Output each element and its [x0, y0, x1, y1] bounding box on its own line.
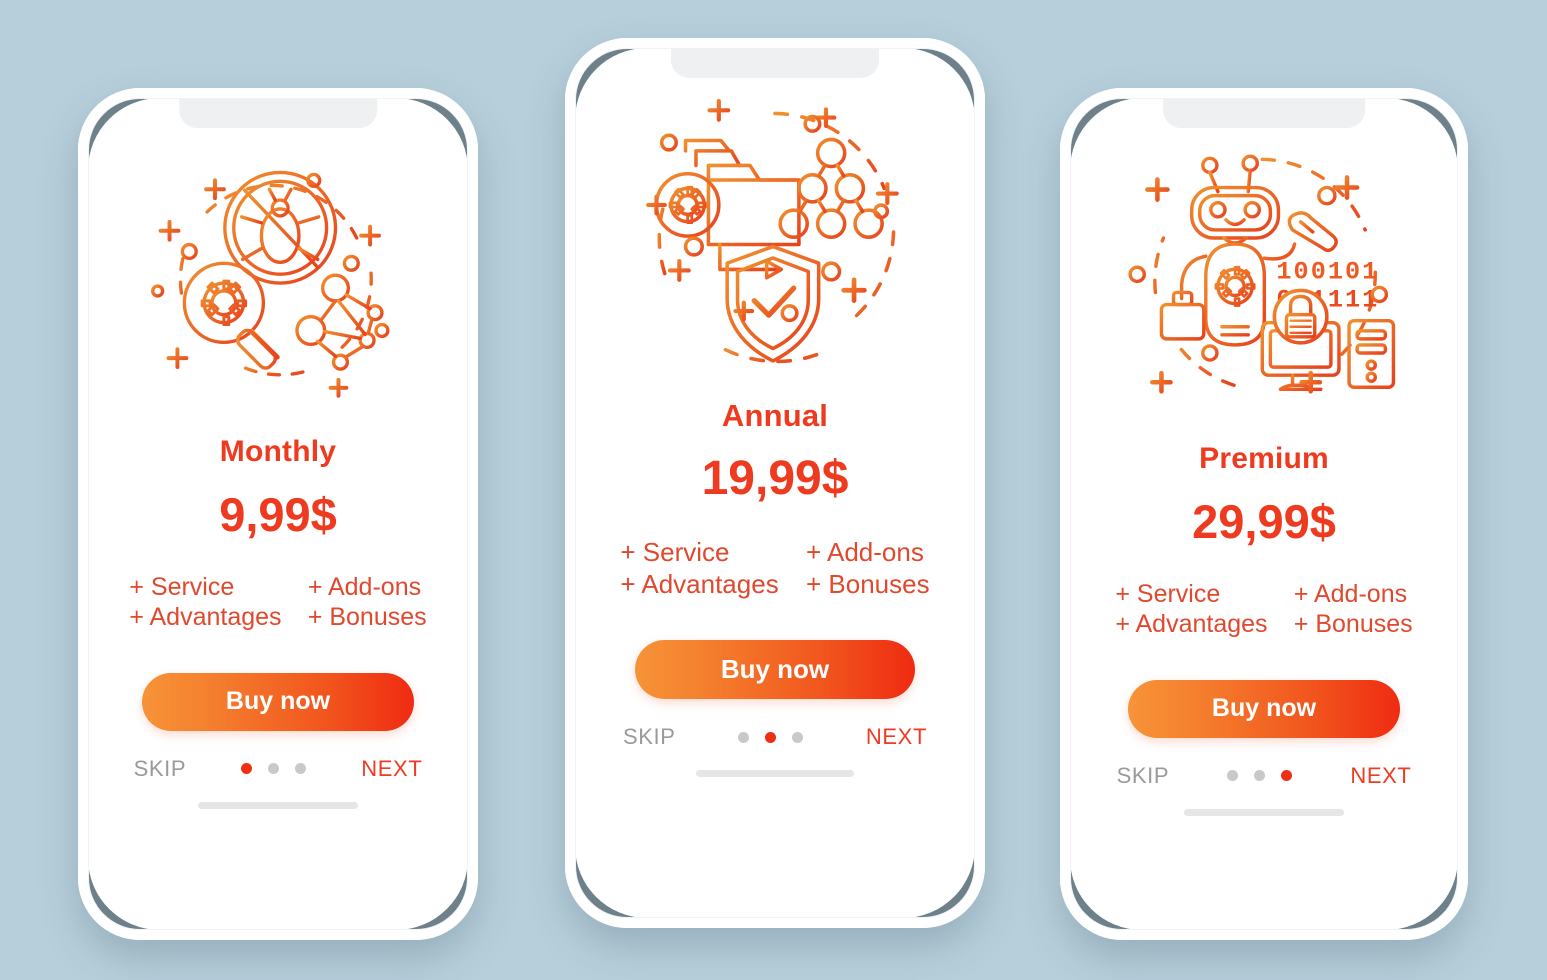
pagination-dot[interactable]	[295, 763, 307, 775]
pagination-dot[interactable]	[268, 763, 280, 775]
skip-button[interactable]: SKIP	[134, 756, 187, 782]
feature-list: + Service + Add-ons + Advantages + Bonus…	[129, 572, 426, 633]
feature-item: + Bonuses	[307, 603, 427, 632]
phone-screen-premium: 100101 001111 Premium 29,99$ + Service +…	[1070, 98, 1458, 930]
onboarding-screens-stage: Monthly 9,99$ + Service + Add-ons + Adva…	[0, 0, 1547, 980]
buy-now-button[interactable]: Buy now	[1128, 679, 1400, 738]
home-indicator	[198, 801, 358, 809]
page-title: Annual	[721, 398, 829, 433]
svg-text:100101: 100101	[1276, 257, 1379, 286]
feature-list: + Service + Add-ons + Advantages + Bonus…	[1115, 579, 1412, 640]
plan-price: 29,99$	[1192, 494, 1336, 548]
page-title: Premium	[1199, 441, 1329, 475]
onboarding-footer-nav: SKIP NEXT	[1117, 763, 1412, 789]
phone-accent-corners: 100101 001111 Premium 29,99$ + Service +…	[1070, 98, 1458, 930]
phone-mockup-monthly: Monthly 9,99$ + Service + Add-ons + Adva…	[78, 88, 478, 940]
next-button[interactable]: NEXT	[361, 756, 422, 782]
feature-item: + Advantages	[1115, 610, 1268, 639]
buy-now-button[interactable]: Buy now	[635, 640, 915, 700]
pagination-dot[interactable]	[1281, 770, 1293, 782]
feature-item: + Advantages	[129, 603, 282, 632]
feature-item: + Bonuses	[1293, 610, 1413, 639]
feature-item: + Advantages	[620, 568, 779, 599]
feature-item: + Add-ons	[1293, 579, 1408, 608]
buy-now-button[interactable]: Buy now	[142, 672, 414, 731]
pagination-dot[interactable]	[241, 763, 253, 775]
skip-button[interactable]: SKIP	[623, 724, 676, 750]
robot-binary-lock-monitor-icon: 100101 001111	[1128, 154, 1395, 394]
bug-blocked-magnifier-network-icon	[150, 170, 390, 398]
pagination-dots	[1227, 770, 1293, 782]
pagination-dot[interactable]	[1254, 770, 1266, 782]
feature-item: + Service	[1115, 579, 1221, 608]
phone-mockup-annual: Annual 19,99$ + Service + Add-ons + Adva…	[565, 38, 985, 928]
phone-mockup-premium: 100101 001111 Premium 29,99$ + Service +…	[1060, 88, 1468, 940]
phone-accent-corners: Annual 19,99$ + Service + Add-ons + Adva…	[575, 48, 975, 918]
feature-item: + Service	[129, 572, 235, 601]
pagination-dots	[738, 731, 804, 743]
feature-item: + Bonuses	[806, 568, 930, 599]
home-indicator	[696, 770, 854, 778]
skip-button[interactable]: SKIP	[1117, 763, 1170, 789]
plan-price: 19,99$	[701, 452, 849, 505]
page-title: Monthly	[219, 434, 337, 468]
onboarding-footer-nav: SKIP NEXT	[134, 756, 423, 782]
pagination-dots	[241, 763, 307, 775]
feature-list: + Service + Add-ons + Advantages + Bonus…	[620, 537, 929, 600]
feature-item: + Service	[620, 537, 730, 567]
pagination-dot[interactable]	[765, 731, 777, 743]
feature-item: + Add-ons	[806, 537, 924, 567]
phone-screen-monthly: Monthly 9,99$ + Service + Add-ons + Adva…	[88, 98, 468, 930]
folder-gear-shield-check-network-icon	[646, 98, 899, 364]
next-button[interactable]: NEXT	[1350, 763, 1411, 789]
pagination-dot[interactable]	[792, 731, 804, 743]
plan-price: 9,99$	[219, 487, 337, 541]
onboarding-footer-nav: SKIP NEXT	[623, 724, 927, 750]
phone-screen-annual: Annual 19,99$ + Service + Add-ons + Adva…	[575, 48, 975, 918]
home-indicator	[1184, 808, 1344, 816]
pagination-dot[interactable]	[738, 731, 750, 743]
pagination-dot[interactable]	[1227, 770, 1239, 782]
next-button[interactable]: NEXT	[866, 724, 927, 750]
feature-item: + Add-ons	[307, 572, 422, 601]
phone-accent-corners: Monthly 9,99$ + Service + Add-ons + Adva…	[88, 98, 468, 930]
